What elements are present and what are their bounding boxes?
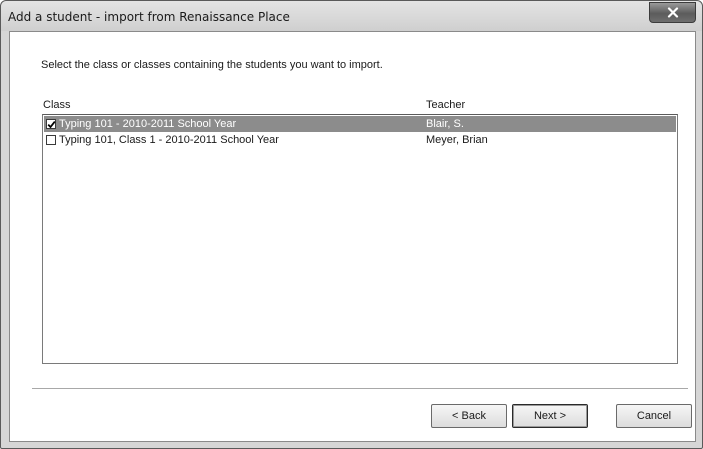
teacher-name: Meyer, Brian: [426, 134, 488, 146]
back-button[interactable]: < Back: [431, 404, 507, 428]
dialog-body: Select the class or classes containing t…: [9, 31, 696, 442]
next-button[interactable]: Next >: [512, 404, 588, 428]
dialog-window: Add a student - import from Renaissance …: [0, 0, 703, 449]
class-checkbox[interactable]: [46, 119, 56, 129]
list-item[interactable]: Typing 101, Class 1 - 2010-2011 School Y…: [44, 132, 676, 148]
title-bar[interactable]: Add a student - import from Renaissance …: [1, 1, 702, 31]
class-checkbox[interactable]: [46, 135, 56, 145]
close-icon: [667, 7, 678, 18]
instruction-text: Select the class or classes containing t…: [41, 59, 383, 71]
column-header-class[interactable]: Class: [43, 99, 71, 111]
checkmark-icon: [47, 121, 56, 129]
teacher-name: Blair, S.: [426, 118, 464, 130]
class-name: Typing 101, Class 1 - 2010-2011 School Y…: [59, 134, 279, 146]
close-button[interactable]: [649, 2, 696, 23]
list-item[interactable]: Typing 101 - 2010-2011 School Year Blair…: [44, 116, 676, 132]
cancel-button[interactable]: Cancel: [616, 404, 692, 428]
column-header-teacher[interactable]: Teacher: [426, 99, 465, 111]
divider: [32, 388, 688, 390]
window-title: Add a student - import from Renaissance …: [8, 10, 290, 24]
class-list[interactable]: Typing 101 - 2010-2011 School Year Blair…: [42, 114, 678, 364]
class-name: Typing 101 - 2010-2011 School Year: [59, 118, 237, 130]
